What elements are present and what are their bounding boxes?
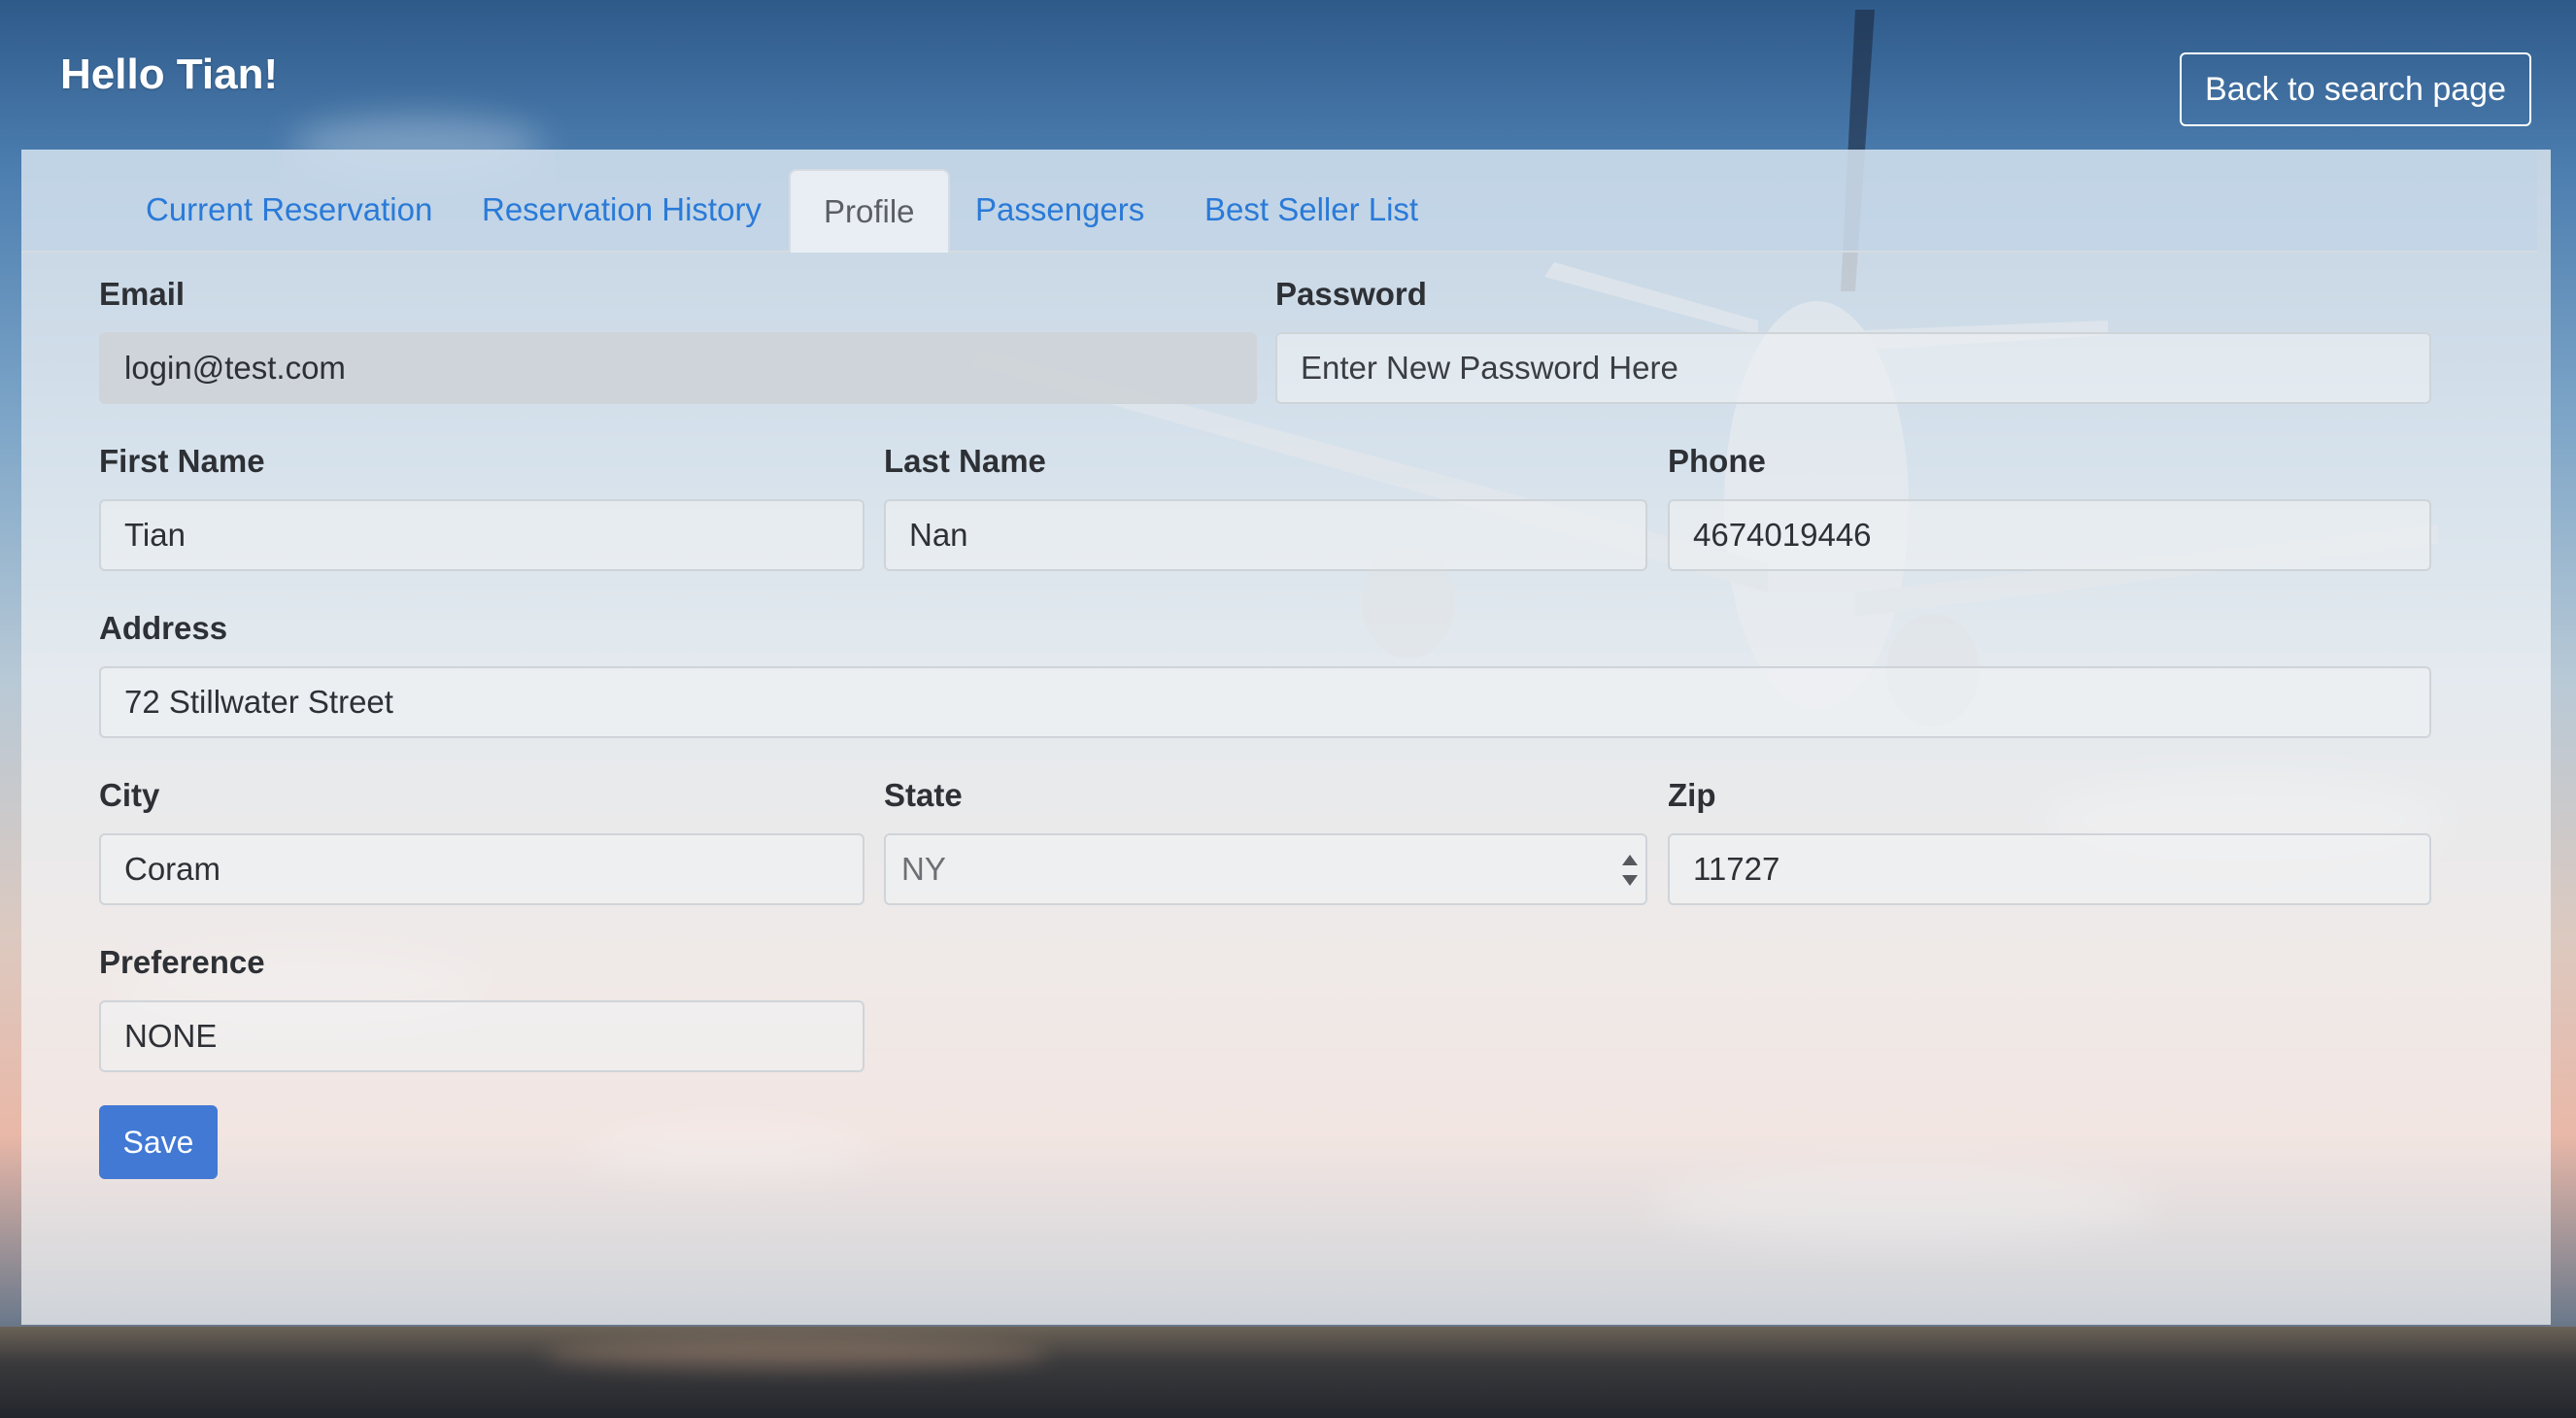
tab-profile[interactable]: Profile — [789, 169, 950, 253]
phone-field[interactable] — [1668, 499, 2431, 571]
profile-panel: Current Reservation Reservation History … — [21, 150, 2551, 1325]
password-field[interactable] — [1275, 332, 2431, 404]
tab-current-reservation[interactable]: Current Reservation — [113, 169, 465, 251]
greeting-heading: Hello Tian! — [60, 51, 279, 98]
select-arrows-icon — [1620, 853, 1638, 888]
address-label: Address — [99, 610, 228, 646]
phone-label: Phone — [1668, 443, 1766, 479]
tab-best-seller-list[interactable]: Best Seller List — [1171, 169, 1451, 251]
first-name-field[interactable] — [99, 499, 864, 571]
city-label: City — [99, 777, 160, 813]
email-label: Email — [99, 276, 186, 312]
state-select[interactable]: NY — [884, 833, 1647, 905]
tab-passengers[interactable]: Passengers — [942, 169, 1177, 251]
save-button[interactable]: Save — [99, 1105, 218, 1179]
state-label: State — [884, 777, 963, 813]
last-name-label: Last Name — [884, 443, 1046, 479]
tab-bar: Current Reservation Reservation History … — [21, 150, 2537, 253]
tab-reservation-history[interactable]: Reservation History — [449, 169, 795, 251]
city-field[interactable] — [99, 833, 864, 905]
zip-field[interactable] — [1668, 833, 2431, 905]
password-label: Password — [1275, 276, 1427, 312]
address-field[interactable] — [99, 666, 2431, 738]
first-name-label: First Name — [99, 443, 265, 479]
preference-label: Preference — [99, 944, 265, 980]
back-to-search-button[interactable]: Back to search page — [2180, 52, 2531, 126]
zip-label: Zip — [1668, 777, 1716, 813]
email-field[interactable] — [99, 332, 1257, 404]
state-select-value: NY — [901, 851, 946, 887]
last-name-field[interactable] — [884, 499, 1647, 571]
preference-field[interactable] — [99, 1000, 864, 1072]
